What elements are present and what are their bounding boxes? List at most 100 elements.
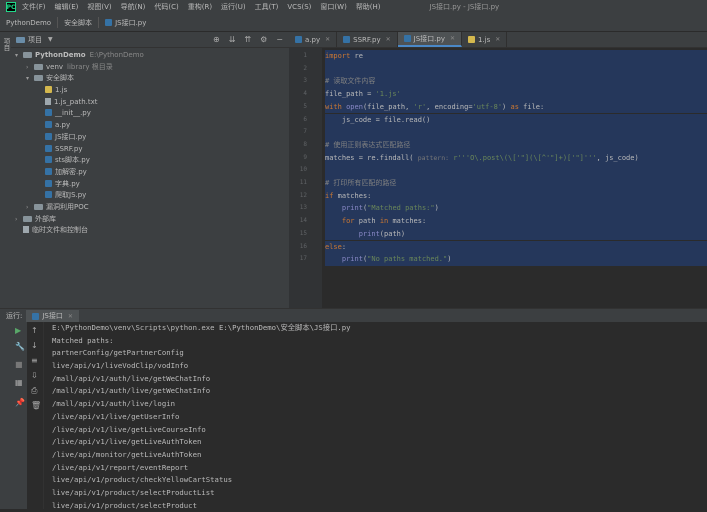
line-number: 10: [299, 166, 307, 174]
chevron-down-icon[interactable]: ▼: [48, 36, 53, 43]
close-icon[interactable]: ✕: [386, 36, 391, 43]
menu-code[interactable]: 代码(C): [154, 2, 178, 12]
scroll-up-icon[interactable]: ↑: [31, 326, 38, 335]
code-line[interactable]: 17 print("No paths matched."): [289, 253, 707, 266]
code-line[interactable]: 13 print("Matched paths:"): [289, 202, 707, 216]
project-panel-title[interactable]: 项目: [28, 35, 42, 45]
tree-item[interactable]: __init__.py: [11, 108, 289, 120]
chevron-right-icon[interactable]: ›: [15, 214, 23, 226]
code-line[interactable]: 12 if matches:: [289, 189, 707, 203]
tree-item-label: 安全脚本: [46, 74, 74, 83]
gear-icon[interactable]: ⚙: [260, 35, 267, 44]
close-icon[interactable]: ✕: [450, 35, 455, 42]
scroll-to-end-icon[interactable]: ⇩: [31, 371, 38, 380]
menu-tools[interactable]: 工具(T): [255, 2, 279, 12]
code-line[interactable]: 16 else:: [289, 240, 707, 254]
trash-icon[interactable]: 🗑: [31, 401, 41, 410]
close-icon[interactable]: ✕: [68, 313, 73, 320]
tree-item[interactable]: ▾ PythonDemo E:\PythonDemo: [11, 50, 289, 62]
tree-item[interactable]: › 外部库: [11, 214, 289, 226]
tree-item-label: PythonDemo: [35, 51, 86, 59]
code-line[interactable]: 1 import re: [289, 50, 707, 63]
project-stripe-label[interactable]: 项目: [1, 38, 11, 51]
chevron-down-icon[interactable]: ▾: [15, 50, 23, 62]
scroll-down-icon[interactable]: ↓: [31, 341, 38, 350]
chevron-right-icon[interactable]: ›: [26, 62, 34, 74]
tree-item-label: 加解密.py: [55, 167, 87, 176]
run-tab[interactable]: JS接口 ✕: [26, 310, 79, 322]
tree-item[interactable]: › venv library 根目录: [11, 62, 289, 74]
close-icon[interactable]: ✕: [495, 36, 500, 43]
python-file-icon: [343, 36, 351, 43]
tree-item[interactable]: a.py: [11, 120, 289, 132]
run-console-output[interactable]: E:\PythonDemo\venv\Scripts\python.exe E:…: [44, 322, 707, 510]
code-line[interactable]: 14 for path in matches:: [289, 215, 707, 228]
editor-tab[interactable]: SSRF.py ✕: [337, 32, 398, 47]
code-line[interactable]: 5 with open(file_path, 'r', encoding='utf…: [289, 100, 707, 114]
expand-all-icon[interactable]: ⇈: [244, 35, 251, 44]
menu-view[interactable]: 视图(V): [87, 2, 111, 12]
tree-item[interactable]: 爬取JS.py: [11, 190, 289, 202]
editor-tab[interactable]: a.py ✕: [289, 32, 338, 47]
tree-item[interactable]: 1.js: [11, 85, 289, 97]
minimize-icon[interactable]: −: [276, 35, 283, 44]
tree-item-label: 字典.py: [55, 179, 80, 188]
code-line[interactable]: 10: [289, 164, 707, 177]
tree-item[interactable]: ▾ 安全脚本: [11, 73, 289, 85]
breadcrumb-file-label: JS接口.py: [115, 18, 147, 27]
console-line: live/api/v1/liveVodClip/vodInfo: [52, 361, 189, 371]
tree-item-label: 爬取JS.py: [55, 191, 87, 200]
code-line[interactable]: 7: [289, 126, 707, 139]
collapse-all-icon[interactable]: ⇊: [229, 35, 236, 44]
menu-run[interactable]: 运行(U): [221, 2, 246, 12]
chevron-right-icon[interactable]: ›: [26, 202, 34, 214]
code-line[interactable]: 4 file_path = '1.js': [289, 88, 707, 101]
editor-tab[interactable]: 1.js ✕: [462, 32, 508, 47]
stop-icon[interactable]: ■: [15, 360, 23, 369]
menu-vcs[interactable]: VCS(S): [287, 3, 311, 11]
soft-wrap-icon[interactable]: ≡: [31, 356, 38, 365]
close-icon[interactable]: ✕: [325, 36, 330, 43]
menu-file[interactable]: 文件(F): [22, 2, 46, 12]
line-number: 7: [303, 128, 307, 136]
python-file-icon: [45, 144, 52, 152]
pin-icon[interactable]: 📌: [15, 398, 25, 407]
target-icon[interactable]: ⊕: [213, 35, 220, 44]
line-number: 8: [303, 140, 307, 148]
tree-item[interactable]: SSRF.py: [11, 144, 289, 156]
code-line[interactable]: 15 print(path): [289, 227, 707, 241]
tree-item[interactable]: 1.js_path.txt: [11, 97, 289, 109]
layout-icon[interactable]: ▦: [15, 378, 23, 387]
tree-item[interactable]: sts脚本.py: [11, 155, 289, 167]
tree-item[interactable]: JS接口.py: [11, 132, 289, 144]
menu-edit[interactable]: 编辑(E): [55, 2, 79, 12]
line-number: 11: [299, 179, 307, 186]
editor-tab[interactable]: JS接口.py ✕: [397, 32, 462, 47]
menu-help[interactable]: 帮助(H): [356, 2, 381, 12]
chevron-down-icon[interactable]: ▾: [26, 73, 34, 85]
tree-item[interactable]: 临时文件和控制台: [11, 225, 289, 237]
print-icon[interactable]: ⎙: [31, 386, 37, 396]
rerun-icon[interactable]: ▶: [15, 326, 21, 335]
breadcrumb-folder[interactable]: 安全脚本: [58, 18, 98, 28]
menu-refactor[interactable]: 重构(R): [188, 2, 212, 12]
tree-item-label: __init__.py: [55, 109, 91, 118]
code-text: # 打印所有匹配的路径: [325, 179, 397, 187]
code-line[interactable]: 3 # 读取文件内容: [289, 75, 707, 89]
menu-navigate[interactable]: 导航(N): [121, 2, 146, 12]
menu-window[interactable]: 窗口(W): [320, 2, 346, 12]
code-line[interactable]: 2: [289, 62, 707, 76]
code-area[interactable]: 1 import re 2 3 # 读取文件内容 4 file_path = '1.js' 5…: [289, 48, 707, 308]
wrench-icon[interactable]: 🔧: [15, 342, 25, 351]
tree-item[interactable]: 加解密.py: [11, 167, 289, 179]
breadcrumb-project[interactable]: PythonDemo: [0, 19, 57, 27]
code-line[interactable]: 11 # 打印所有匹配的路径: [289, 177, 707, 190]
code-line[interactable]: 8 # 使用正则表达式匹配路径: [289, 138, 707, 152]
tree-item[interactable]: › 漏洞利用POC: [11, 202, 289, 214]
tree-item[interactable]: 字典.py: [11, 179, 289, 191]
breadcrumb-file[interactable]: JS接口.py: [99, 18, 152, 28]
code-line[interactable]: 9 matches = re.findall( pattern: r'''O\.p…: [289, 151, 707, 165]
code-text: # 使用正则表达式匹配路径: [325, 140, 411, 149]
code-line[interactable]: 6 js_code = file.read(): [289, 113, 707, 127]
run-tab-label: JS接口: [42, 312, 63, 320]
